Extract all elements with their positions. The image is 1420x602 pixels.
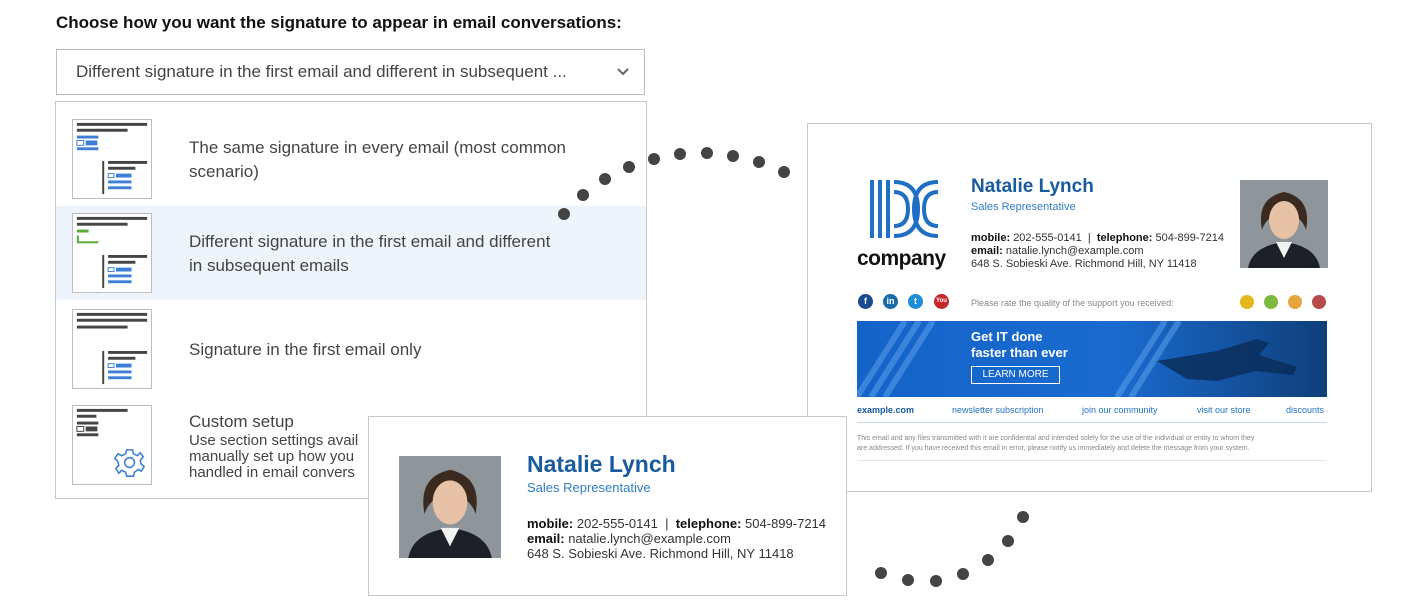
link-store[interactable]: visit our store [1197,405,1251,415]
link-website[interactable]: example.com [857,405,914,415]
dissatisfied-icon[interactable] [1312,295,1326,309]
full-signature-preview: company Natalie Lynch Sales Representati… [807,123,1372,492]
divider [857,422,1327,423]
very-satisfied-icon[interactable] [1240,295,1254,309]
company-logo-icon [870,180,939,238]
signature-title: Sales Representative [971,201,1076,213]
learn-more-button[interactable]: LEARN MORE [971,366,1060,384]
short-signature-preview: Natalie Lynch Sales Representative mobil… [368,416,847,596]
company-logo-text: company [857,247,946,270]
twitter-icon[interactable]: t [908,294,923,309]
divider [857,460,1327,461]
satisfied-icon[interactable] [1264,295,1278,309]
neutral-icon[interactable] [1288,295,1302,309]
rating-prompt: Please rate the quality of the support y… [971,298,1174,308]
profile-photo [399,456,501,558]
youtube-icon[interactable]: You [934,294,949,309]
link-discounts[interactable]: discounts [1286,405,1324,415]
link-newsletter[interactable]: newsletter subscription [952,405,1044,415]
disclaimer: This email and any files transmitted wit… [857,435,1255,452]
banner-headline: Get IT done faster than ever [971,329,1068,360]
signature-contact: mobile: 202-555-0141 | telephone: 504-89… [527,516,827,561]
facebook-icon[interactable]: f [858,294,873,309]
signature-name: Natalie Lynch [971,176,1094,197]
link-community[interactable]: join our community [1082,405,1158,415]
linkedin-icon[interactable]: in [883,294,898,309]
signature-contact: mobile: 202-555-0141 | telephone: 504-89… [971,232,1225,270]
promo-banner[interactable]: Get IT done faster than ever LEARN MORE [857,321,1327,397]
profile-photo [1240,180,1328,268]
banner-stripes [857,321,1297,397]
signature-name: Natalie Lynch [527,451,676,477]
signature-title: Sales Representative [527,480,651,495]
